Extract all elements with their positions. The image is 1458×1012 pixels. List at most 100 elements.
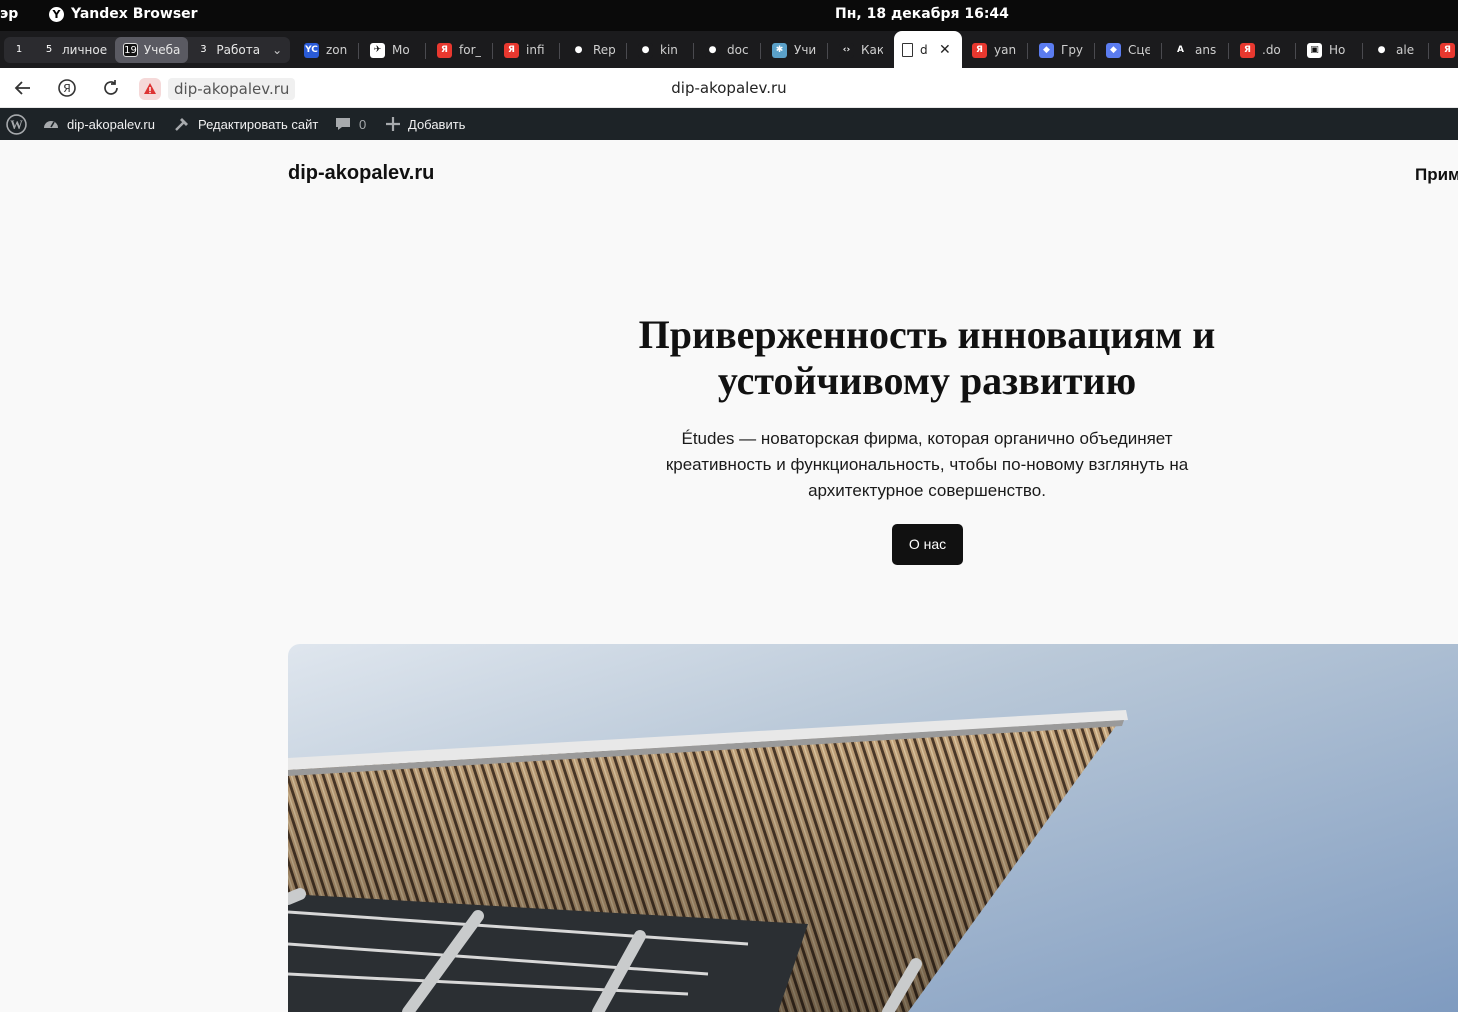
learn-icon: ✱ [772,42,787,58]
hero-heading: Приверженность инновациям и устойчивому … [638,312,1216,403]
tab-group-count: 5 [45,44,53,55]
code-icon: ‹› [839,42,854,58]
tab[interactable]: Яyan [964,37,1022,63]
tab-title: d [920,42,928,57]
yandex-icon: Я [1240,42,1255,58]
github-icon: ● [571,42,586,58]
wp-edit-site[interactable]: Редактировать сайт [173,108,318,140]
tab[interactable]: Я [1432,37,1458,63]
wp-site-name: dip-akopalev.ru [67,116,155,132]
yandex-icon: Я [972,42,987,58]
yc-icon: YC [304,42,319,58]
tab[interactable]: Яfor_ [429,37,487,63]
tab-title: Гру [1061,43,1083,57]
tab-title: infi [526,43,545,57]
app-name: Yandex Browser [71,6,198,22]
compass-icon: ◆ [1039,42,1054,58]
nav-link[interactable]: Прим [1415,165,1458,185]
site-page: dip-akopalev.ru Прим Приверженность инно… [0,140,1458,1012]
wp-comments-count: 0 [359,116,367,132]
page-title-display: dip-akopalev.ru [0,79,1458,97]
tab-title: Ho [1329,43,1346,57]
about-button[interactable]: О нас [892,524,963,565]
a-icon: A [1173,42,1188,58]
tab-group-label: личное [62,43,108,57]
tab[interactable]: YC zon [296,37,354,63]
tab-separator [1295,43,1296,59]
tab-separator [1428,43,1429,59]
close-icon[interactable]: ✕ [939,42,951,58]
tab-group-count: 1 [15,44,23,55]
wp-logo-menu[interactable]: W [6,108,27,140]
wp-add-label: Добавить [408,116,466,132]
tab-group[interactable]: 5 личное [34,37,115,63]
tab-title: .do [1262,43,1281,57]
wp-new-content[interactable]: Добавить [385,108,465,140]
tab[interactable]: Aans [1165,37,1223,63]
tab-title: doc [727,43,749,57]
tab[interactable]: ▣ Ho [1299,37,1357,63]
tab-title: zon [326,43,348,57]
wp-comments[interactable]: 0 [334,108,366,140]
tab-separator [1094,43,1095,59]
tab-group-count: 3 [200,44,207,55]
tab[interactable]: ● ale [1366,37,1424,63]
tab-separator [1228,43,1229,59]
yandex-icon: Я [437,42,452,58]
tab-group-count: 19 [123,43,138,57]
hero-description: Études — новаторская фирма, которая орга… [665,429,1189,500]
tab[interactable]: Я .do [1232,37,1290,63]
tab-title: yan [994,43,1016,57]
tab[interactable]: ● Rep [563,37,621,63]
tab-group-label: Работа [216,43,261,57]
tab-title: Сце [1128,43,1150,57]
wp-site-menu[interactable]: dip-akopalev.ru [42,108,155,140]
tab[interactable]: ◆ Сце [1098,37,1156,63]
tab-separator [425,43,426,59]
compass-icon: ◆ [1106,42,1121,58]
bot-icon: ✈ [370,42,385,58]
tab-active[interactable]: d ✕ [894,31,962,68]
tab[interactable]: ‹› Как [831,37,889,63]
tab-group-label: Учеба [143,43,181,57]
tab-group[interactable]: 3 Работа [188,37,268,63]
tab-separator [492,43,493,59]
clock[interactable]: Пн, 18 декабря 16:44 [835,6,1009,22]
os-top-bar: эр Y Yandex Browser Пн, 18 декабря 16:44 [0,0,1458,31]
wp-edit-label: Редактировать сайт [198,116,319,132]
page-title: dip-akopalev.ru [671,79,787,97]
dashboard-icon [44,121,58,128]
page-icon [902,42,913,57]
yandex-icon: Я [1440,42,1455,58]
site-title-link[interactable]: dip-akopalev.ru [288,162,434,185]
hero-image [288,644,1458,1012]
tab-title: Учи [794,43,816,57]
tab-title: for_ [459,43,481,57]
tab[interactable]: ✱ Учи [764,37,822,63]
github-icon: ● [1374,42,1389,58]
tab-group[interactable]: 1 [4,37,34,63]
svg-text:W: W [10,118,23,132]
tab-group[interactable]: 19 Учеба [115,37,189,63]
app-menu[interactable]: Y Yandex Browser [49,6,198,22]
tab-groups: 1 5 личное 19 Учеба 3 Работа ⌄ [4,37,291,63]
tab[interactable]: ● doc [697,37,755,63]
tab-title: Как [861,43,883,57]
tab-title: Mo [392,43,410,57]
tab-separator [1027,43,1028,59]
tab-separator [559,43,560,59]
comment-icon [336,118,350,130]
tab[interactable]: ● kin [630,37,688,63]
hammer-icon [175,118,188,131]
tab-separator [626,43,627,59]
tab[interactable]: ◆ Гру [1031,37,1089,63]
tab[interactable]: Яinfi [496,37,554,63]
chevron-down-icon[interactable]: ⌄ [268,43,286,57]
notion-icon: ▣ [1307,42,1322,58]
tab-title: Rep [593,43,615,57]
activities-label[interactable]: эр [0,6,18,22]
tab[interactable]: ✈ Mo [362,37,420,63]
tab-separator [760,43,761,59]
wordpress-icon: W [6,113,27,135]
tab-title: ans [1195,43,1217,57]
